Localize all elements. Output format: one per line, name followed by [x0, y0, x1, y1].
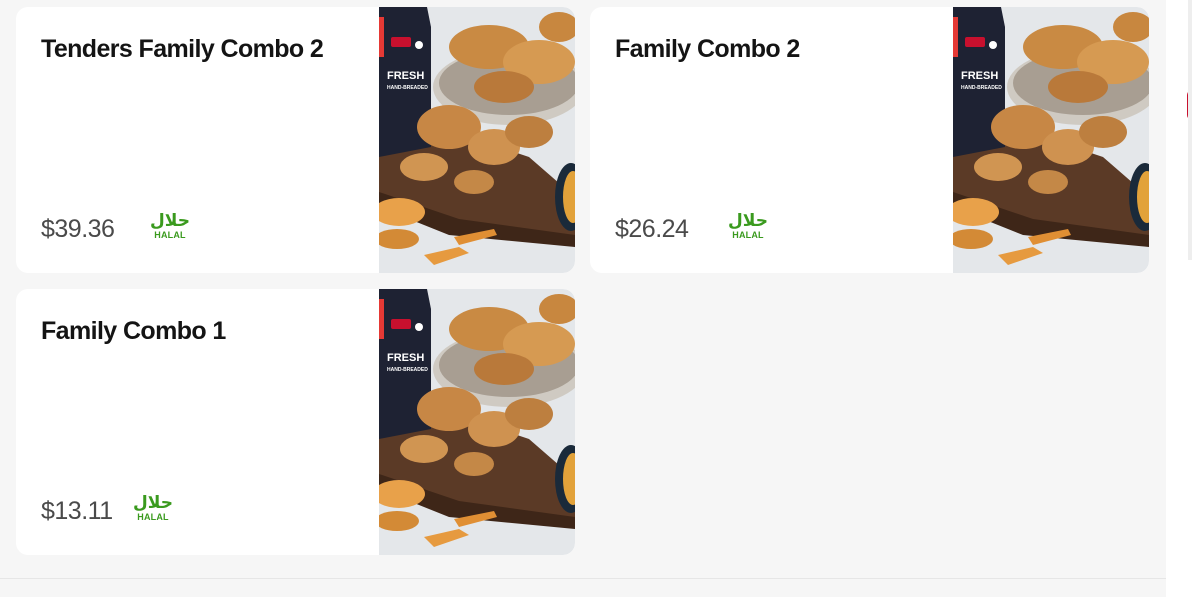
product-image[interactable]: FRESH HAND-BREADED	[379, 289, 575, 555]
product-card[interactable]: Family Combo 1 $13.11 حلال HALAL FRESH H…	[16, 289, 575, 555]
product-title: Tenders Family Combo 2	[41, 35, 324, 63]
box-brand-text: FRESH	[961, 70, 998, 82]
box-sub-text: HAND-BREADED	[961, 85, 1002, 91]
product-card[interactable]: Tenders Family Combo 2 $39.36 حلال HALAL…	[16, 7, 575, 273]
product-title: Family Combo 1	[41, 317, 226, 345]
halal-badge-icon: حلال HALAL	[150, 212, 190, 242]
box-brand-text: FRESH	[387, 352, 424, 364]
halal-badge-icon: حلال HALAL	[133, 494, 173, 524]
box-sub-text: HAND-BREADED	[387, 85, 428, 91]
section-divider	[0, 578, 1166, 579]
halal-arabic-text: حلال	[728, 211, 768, 231]
product-price: $13.11	[41, 497, 113, 525]
product-image[interactable]: FRESH HAND-BREADED	[379, 7, 575, 273]
product-title: Family Combo 2	[615, 35, 800, 63]
box-brand-text: FRESH	[387, 70, 424, 82]
side-panel-edge	[1166, 0, 1192, 597]
halal-label: HALAL	[137, 512, 169, 522]
product-price: $39.36	[41, 215, 115, 243]
product-image[interactable]: FRESH HAND-BREADED	[953, 7, 1149, 273]
product-card[interactable]: Family Combo 2 $26.24 حلال HALAL FRESH H…	[590, 7, 1149, 273]
halal-arabic-text: حلال	[133, 493, 173, 513]
product-price: $26.24	[615, 215, 689, 243]
halal-label: HALAL	[732, 230, 764, 240]
halal-badge-icon: حلال HALAL	[728, 212, 768, 242]
scrollbar[interactable]	[1188, 0, 1192, 260]
halal-label: HALAL	[154, 230, 186, 240]
halal-arabic-text: حلال	[150, 211, 190, 231]
box-sub-text: HAND-BREADED	[387, 367, 428, 373]
